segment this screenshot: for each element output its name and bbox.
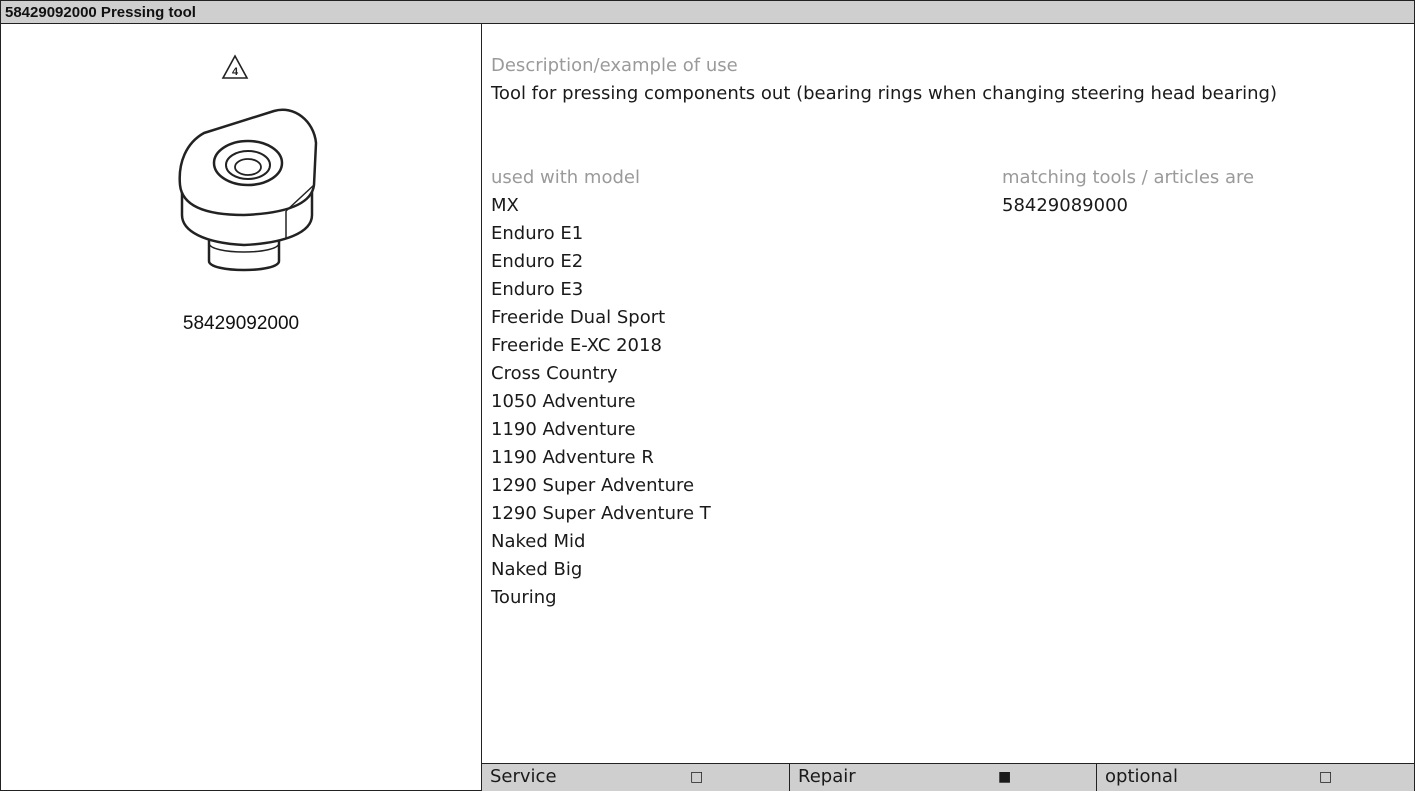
model-item: Enduro E3 xyxy=(491,279,584,300)
matching-tools-label: matching tools / articles are xyxy=(1002,167,1255,188)
title-bar: 58429092000 Pressing tool xyxy=(1,1,1414,24)
service-cell: Service □ xyxy=(482,764,789,791)
model-item: Naked Big xyxy=(491,559,583,580)
usage-category-bar: Service □ Repair ■ optional □ xyxy=(482,763,1414,791)
warning-number: 4 xyxy=(232,66,239,78)
page-title: 58429092000 Pressing tool xyxy=(5,4,196,21)
model-item: MX xyxy=(491,195,519,216)
optional-label: optional xyxy=(1105,766,1178,787)
model-item: 1050 Adventure xyxy=(491,391,636,412)
warning-triangle-icon: 4 xyxy=(221,54,249,79)
pressing-tool-illustration xyxy=(178,108,318,272)
model-item: Cross Country xyxy=(491,363,618,384)
service-label: Service xyxy=(490,766,557,787)
matching-tool-item: 58429089000 xyxy=(1002,195,1128,216)
repair-cell: Repair ■ xyxy=(789,764,1097,791)
model-item: 1190 Adventure R xyxy=(491,447,654,468)
description-text: Tool for pressing components out (bearin… xyxy=(491,83,1277,104)
description-label: Description/example of use xyxy=(491,55,738,76)
tool-part-number: 58429092000 xyxy=(182,313,300,334)
model-item: Naked Mid xyxy=(491,531,586,552)
model-item: 1190 Adventure xyxy=(491,419,636,440)
repair-label: Repair xyxy=(798,766,856,787)
optional-cell: optional □ xyxy=(1096,764,1414,791)
tool-sheet: 58429092000 Pressing tool 4 58429092000 … xyxy=(0,0,1415,791)
repair-checkbox: ■ xyxy=(998,769,1012,785)
model-item: Touring xyxy=(491,587,557,608)
service-checkbox: □ xyxy=(690,769,704,785)
optional-checkbox: □ xyxy=(1319,769,1333,785)
model-item: Enduro E1 xyxy=(491,223,584,244)
models-label: used with model xyxy=(491,167,640,188)
model-item: Enduro E2 xyxy=(491,251,584,272)
model-item: 1290 Super Adventure T xyxy=(491,503,711,524)
model-item: Freeride Dual Sport xyxy=(491,307,666,328)
model-item: 1290 Super Adventure xyxy=(491,475,695,496)
model-item: Freeride E-XC 2018 xyxy=(491,335,662,356)
